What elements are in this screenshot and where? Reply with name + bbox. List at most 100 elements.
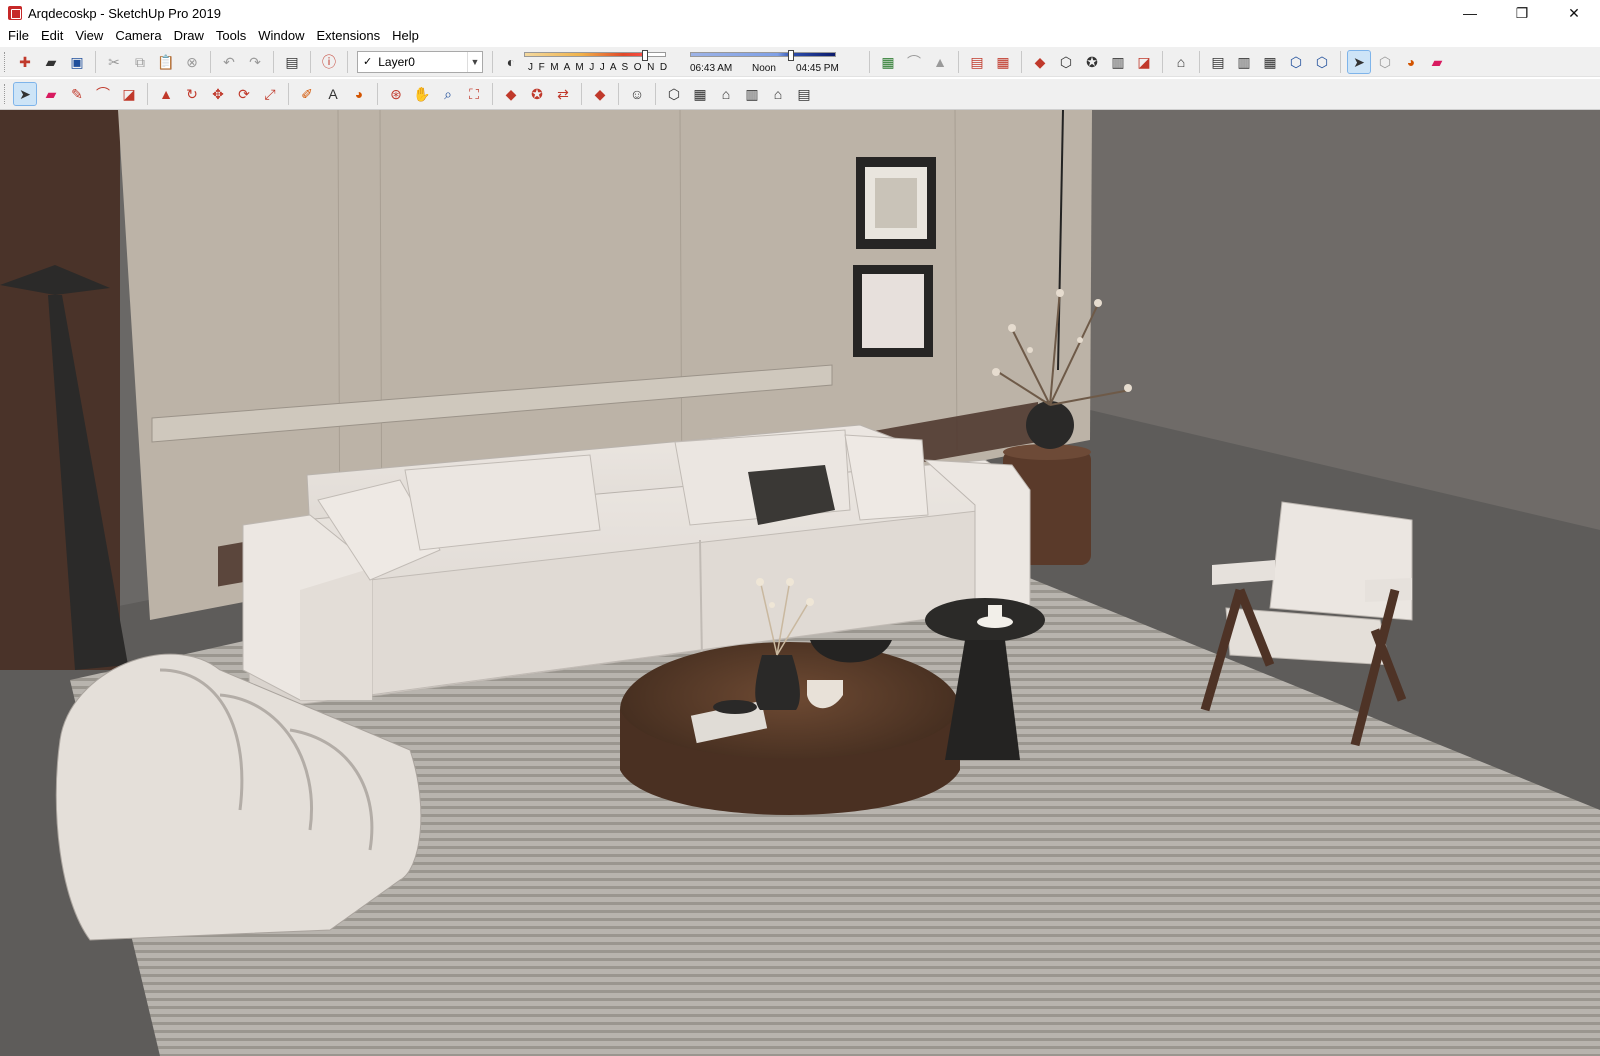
rotate-tool-icon[interactable]: ⟳ [233,83,255,105]
top-view-icon[interactable]: ▦ [689,83,711,105]
line-tool-icon[interactable]: ✎ [66,83,88,105]
toolbar-separator [1199,50,1200,73]
shaded-icon[interactable]: ⬡ [1285,51,1307,73]
menu-help[interactable]: Help [386,26,425,46]
model-info-icon[interactable]: ⓘ [318,51,340,73]
copy-icon[interactable]: ⧉ [129,51,151,73]
toolbar-separator [377,83,378,105]
toolbar-grip[interactable] [4,51,8,72]
print-icon[interactable]: ▤ [281,51,303,73]
user-account-icon[interactable]: ☺ [626,83,648,105]
toolbar-separator [958,50,959,73]
sketchup-logo-icon [8,6,22,20]
left-view-icon[interactable]: ▤ [793,83,815,105]
shadow-settings: J F M A M J J A S O N D 06:43 AM Noon 04… [524,48,864,76]
toolbar-separator [147,83,148,105]
trim-icon[interactable]: ◪ [1133,51,1155,73]
extension-warehouse-icon[interactable]: ✪ [526,83,548,105]
push-pull-icon[interactable]: ▲ [155,83,177,105]
menu-camera[interactable]: Camera [109,26,167,46]
scale-tool-icon[interactable]: ⤢ [259,83,281,105]
hidden-line-icon[interactable]: ▦ [1259,51,1281,73]
toolbar-separator [581,83,582,105]
minimize-button[interactable]: — [1444,0,1496,26]
front-view-icon[interactable]: ⌂ [715,83,737,105]
shaded-textures-icon[interactable]: ⬡ [1311,51,1333,73]
section-fill-icon[interactable]: ▦ [992,51,1014,73]
follow-me-icon[interactable]: ↻ [181,83,203,105]
arc-tool-icon[interactable]: ⌒ [92,83,114,105]
make-component-icon[interactable]: ⬡ [1374,51,1396,73]
sunset-time: 04:45 PM [796,62,839,74]
shadow-toggle-icon[interactable]: ◐ [500,51,522,73]
right-view-icon[interactable]: ▥ [741,83,763,105]
menu-extensions[interactable]: Extensions [311,26,387,46]
toolbar-separator [655,83,656,105]
union-icon[interactable]: ✪ [1081,51,1103,73]
maximize-button[interactable]: ❐ [1496,0,1548,26]
select-tool-icon[interactable]: ➤ [1347,49,1371,74]
save-icon[interactable]: ▣ [66,51,88,73]
extension-manager-icon[interactable]: ◆ [589,83,611,105]
intersect-icon[interactable]: ⬡ [1055,51,1077,73]
eraser-icon[interactable]: ▰ [1426,51,1448,73]
send-to-layout-icon[interactable]: ⇄ [552,83,574,105]
date-slider-thumb[interactable] [642,49,648,61]
window-controls: — ❐ ✕ [1444,0,1600,26]
paste-icon[interactable]: 📋 [155,51,177,73]
time-slider-thumb[interactable] [788,49,794,61]
toolbar-grip[interactable] [4,84,8,104]
month-labels: J F M A M J J A S O N D [528,61,669,73]
toolbar-separator [347,50,348,73]
menu-edit[interactable]: Edit [35,26,69,46]
time-slider[interactable] [690,51,836,57]
rectangle-tool-icon[interactable]: ◪ [118,83,140,105]
zoom-icon[interactable]: ⌕ [437,83,459,105]
layer-dropdown-value: Layer0 [378,54,415,69]
select-arrow-icon[interactable]: ➤ [13,82,37,106]
toolbar-separator [492,50,493,73]
redo-icon[interactable]: ↷ [244,51,266,73]
section-plane-icon[interactable]: ▤ [966,51,988,73]
menu-tools[interactable]: Tools [210,26,252,46]
toolbar-separator [95,50,96,73]
cut-icon[interactable]: ✂ [103,51,125,73]
menu-bar: File Edit View Camera Draw Tools Window … [0,26,1600,46]
chevron-down-icon[interactable]: ▼ [467,51,482,72]
toolbar-separator [273,50,274,73]
xray-icon[interactable]: ▤ [1207,51,1229,73]
coffee-cup [988,605,1002,619]
sandbox-stamp-icon[interactable]: ▲ [929,51,951,73]
orbit-icon[interactable]: ⊛ [385,83,407,105]
component-icon[interactable]: ⌂ [1170,51,1192,73]
iso-view-icon[interactable]: ⬡ [663,83,685,105]
open-file-icon[interactable]: ▰ [40,51,62,73]
text-tool-icon[interactable]: A [322,83,344,105]
zoom-extents-icon[interactable]: ⛶ [463,83,485,105]
undo-icon[interactable]: ↶ [218,51,240,73]
eraser-tool-icon[interactable]: ▰ [40,83,62,105]
back-view-icon[interactable]: ⌂ [767,83,789,105]
3d-warehouse-icon[interactable]: ◆ [500,83,522,105]
new-file-icon[interactable]: ✚ [14,51,36,73]
terrain-icon[interactable]: ▦ [877,51,899,73]
erase-selection-icon[interactable]: ⊗ [181,51,203,73]
menu-view[interactable]: View [69,26,109,46]
menu-window[interactable]: Window [252,26,310,46]
vase-black [1026,401,1074,449]
sandbox-smoove-icon[interactable]: ⌒ [903,51,925,73]
paint-tool-icon[interactable]: ◕ [348,83,370,105]
paint-bucket-icon[interactable]: ◕ [1400,51,1422,73]
tape-measure-icon[interactable]: ✐ [296,83,318,105]
close-button[interactable]: ✕ [1548,0,1600,26]
move-tool-icon[interactable]: ✥ [207,83,229,105]
subtract-icon[interactable]: ▥ [1107,51,1129,73]
layer-dropdown[interactable]: ✓ Layer0 ▼ [357,50,483,73]
pan-icon[interactable]: ✋ [411,83,433,105]
model-viewport[interactable] [0,110,1600,1056]
outer-shell-icon[interactable]: ◆ [1029,51,1051,73]
cushion-right [844,434,929,521]
menu-draw[interactable]: Draw [168,26,210,46]
wireframe-icon[interactable]: ▥ [1233,51,1255,73]
menu-file[interactable]: File [0,26,35,46]
